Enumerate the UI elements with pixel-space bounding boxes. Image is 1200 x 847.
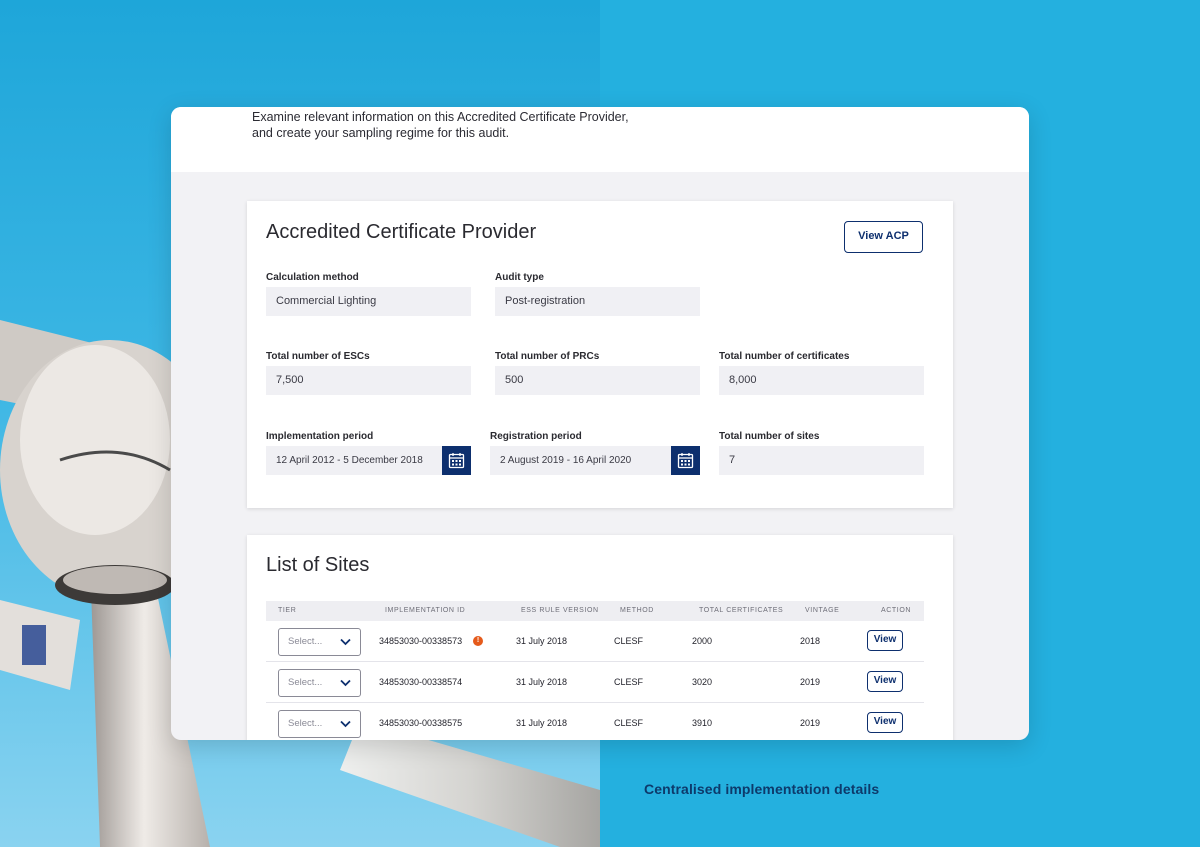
implementation-id: 34853030-00338573	[379, 636, 463, 646]
rule-version: 31 July 2018	[516, 636, 568, 646]
tier-select-value: Select...	[288, 636, 323, 647]
vintage: 2018	[800, 636, 821, 646]
tier-select[interactable]: Select...	[278, 669, 361, 697]
acp-panel: Accredited Certificate Provider View ACP…	[247, 201, 953, 508]
tier-select-value: Select...	[288, 718, 323, 729]
col-method: Method	[620, 607, 654, 614]
total-certificates-label: Total number of certificates	[719, 351, 850, 362]
col-vintage: Vintage	[805, 607, 840, 614]
card-header: Examine relevant information on this Acc…	[171, 107, 1029, 172]
method: CLESF	[614, 636, 644, 646]
total-sites-label: Total number of sites	[719, 431, 820, 442]
table-row: Select... 34853030-00338574 31 July 2018…	[266, 662, 924, 703]
tier-select[interactable]: Select...	[278, 628, 361, 656]
implementation-calendar-button[interactable]	[442, 446, 471, 475]
chevron-down-icon	[340, 720, 351, 728]
table-row: Select... 34853030-00338575 31 July 2018…	[266, 703, 924, 740]
view-site-button[interactable]: View	[867, 712, 903, 733]
registration-calendar-button[interactable]	[671, 446, 700, 475]
col-rule-version: ESS Rule Version	[521, 607, 599, 614]
view-site-button[interactable]: View	[867, 630, 903, 651]
rule-version: 31 July 2018	[516, 677, 568, 687]
chevron-down-icon	[340, 638, 351, 646]
total-escs-label: Total number of ESCs	[266, 351, 370, 362]
total-escs-field[interactable]: 7,500	[266, 366, 471, 395]
table-row: Select... 34853030-00338573 ! 31 July 20…	[266, 621, 924, 662]
view-site-button[interactable]: View	[867, 671, 903, 692]
col-total-certificates: Total Certificates	[699, 607, 784, 614]
rule-version: 31 July 2018	[516, 718, 568, 728]
sites-title: List of Sites	[266, 554, 370, 576]
vintage: 2019	[800, 718, 821, 728]
col-implementation-id: Implementation ID	[385, 607, 466, 614]
audit-type-field[interactable]: Post-registration	[495, 287, 700, 316]
implementation-id: 34853030-00338574	[379, 677, 463, 687]
implementation-id: 34853030-00338575	[379, 718, 463, 728]
implementation-period-field[interactable]: 12 April 2012 - 5 December 2018	[266, 446, 442, 475]
tier-select-value: Select...	[288, 677, 323, 688]
registration-period-label: Registration period	[490, 431, 582, 442]
warning-icon: !	[473, 636, 483, 646]
sites-panel: List of Sites Tier Implementation ID ESS…	[247, 535, 953, 740]
tier-select[interactable]: Select...	[278, 710, 361, 738]
calc-method-field[interactable]: Commercial Lighting	[266, 287, 471, 316]
total-certificates: 2000	[692, 636, 713, 646]
total-certificates: 3910	[692, 718, 713, 728]
total-prcs-label: Total number of PRCs	[495, 351, 600, 362]
chevron-down-icon	[340, 679, 351, 687]
calendar-icon	[677, 453, 694, 469]
vintage: 2019	[800, 677, 821, 687]
total-prcs-field[interactable]: 500	[495, 366, 700, 395]
method: CLESF	[614, 718, 644, 728]
calendar-icon	[448, 453, 465, 469]
view-acp-button[interactable]: View ACP	[844, 221, 923, 253]
calc-method-label: Calculation method	[266, 272, 359, 283]
col-action: Action	[881, 607, 912, 614]
total-certificates: 3020	[692, 677, 713, 687]
implementation-period-label: Implementation period	[266, 431, 374, 442]
caption: Centralised implementation details	[644, 781, 880, 797]
acp-title: Accredited Certificate Provider	[266, 221, 537, 243]
intro-text: Examine relevant information on this Acc…	[252, 110, 629, 140]
registration-period-field[interactable]: 2 August 2019 - 16 April 2020	[490, 446, 671, 475]
audit-type-label: Audit type	[495, 272, 544, 283]
col-tier: Tier	[278, 607, 297, 614]
sites-table-header: Tier Implementation ID ESS Rule Version …	[266, 601, 924, 621]
audit-card: Examine relevant information on this Acc…	[171, 107, 1029, 740]
total-certificates-field[interactable]: 8,000	[719, 366, 924, 395]
method: CLESF	[614, 677, 644, 687]
total-sites-field[interactable]: 7	[719, 446, 924, 475]
